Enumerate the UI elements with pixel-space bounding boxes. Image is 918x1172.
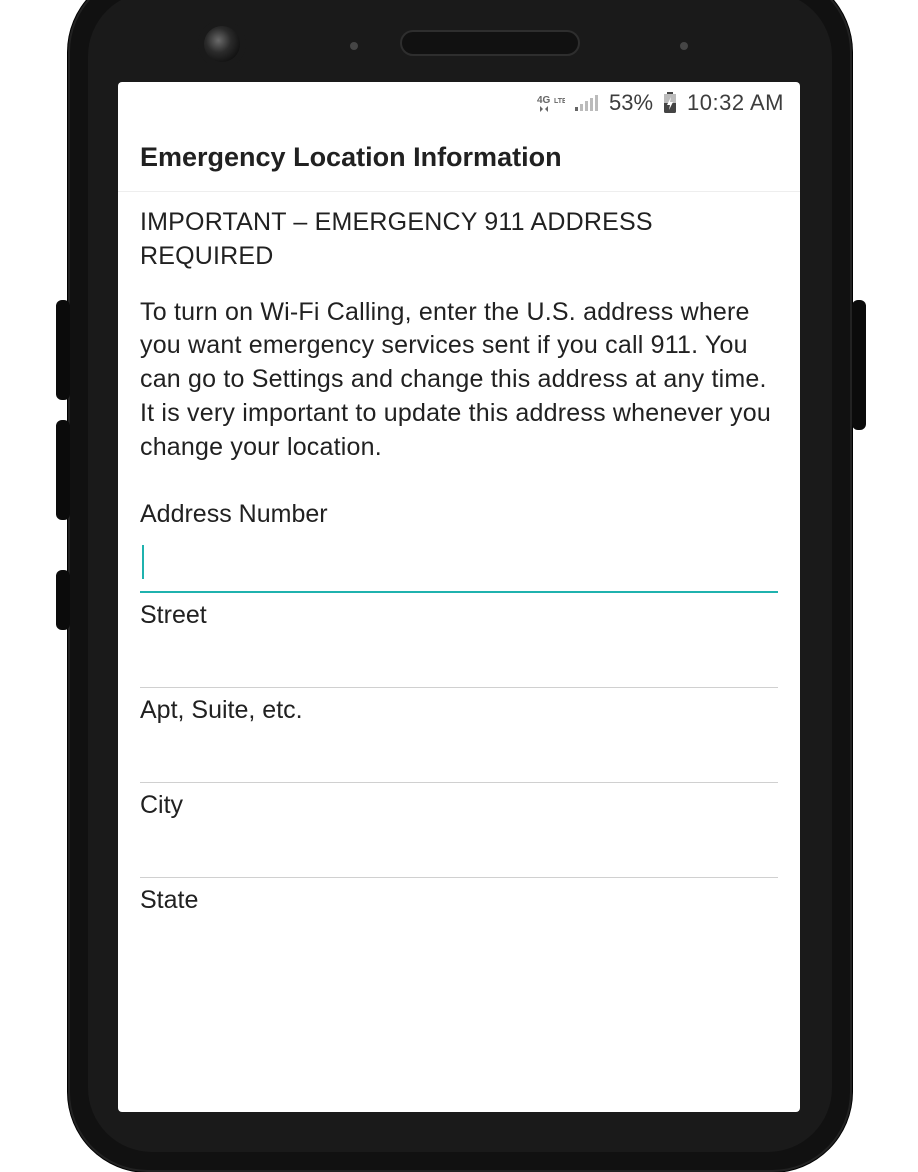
field-state: State <box>140 886 778 915</box>
input-address-number[interactable] <box>140 531 778 593</box>
battery-charging-icon <box>663 92 677 114</box>
svg-text:4G: 4G <box>537 95 551 106</box>
battery-percent: 53% <box>609 90 653 116</box>
ambient-sensor-icon <box>680 42 688 50</box>
volume-down-button[interactable] <box>56 420 70 520</box>
proximity-sensor-icon <box>350 42 358 50</box>
notice-block: IMPORTANT – EMERGENCY 911 ADDRESS REQUIR… <box>118 192 800 464</box>
notice-heading: IMPORTANT – EMERGENCY 911 ADDRESS REQUIR… <box>140 206 778 274</box>
status-clock: 10:32 AM <box>687 90 784 116</box>
field-street: Street <box>140 601 778 688</box>
signal-strength-icon <box>575 93 599 113</box>
assistant-button[interactable] <box>56 570 70 630</box>
input-city[interactable] <box>140 822 778 878</box>
phone-screen: 4G LTE 53% <box>118 82 800 1112</box>
label-address-number: Address Number <box>140 500 778 529</box>
field-city: City <box>140 791 778 878</box>
lte-network-icon: 4G LTE <box>537 93 565 113</box>
label-apt: Apt, Suite, etc. <box>140 696 778 725</box>
power-button[interactable] <box>852 300 866 430</box>
label-street: Street <box>140 601 778 630</box>
earpiece-speaker <box>400 30 580 56</box>
notice-body: To turn on Wi-Fi Calling, enter the U.S.… <box>140 296 778 465</box>
input-apt[interactable] <box>140 727 778 783</box>
address-form: Address Number Street Apt, Suite, etc. C… <box>118 464 800 915</box>
field-apt: Apt, Suite, etc. <box>140 696 778 783</box>
page-title: Emergency Location Information <box>118 124 800 192</box>
label-city: City <box>140 791 778 820</box>
volume-up-button[interactable] <box>56 300 70 400</box>
front-camera-lens <box>204 26 240 62</box>
label-state: State <box>140 886 778 915</box>
svg-text:LTE: LTE <box>554 98 565 105</box>
status-bar: 4G LTE 53% <box>118 82 800 124</box>
input-street[interactable] <box>140 632 778 688</box>
field-address-number: Address Number <box>140 500 778 593</box>
text-caret-icon <box>142 545 144 579</box>
